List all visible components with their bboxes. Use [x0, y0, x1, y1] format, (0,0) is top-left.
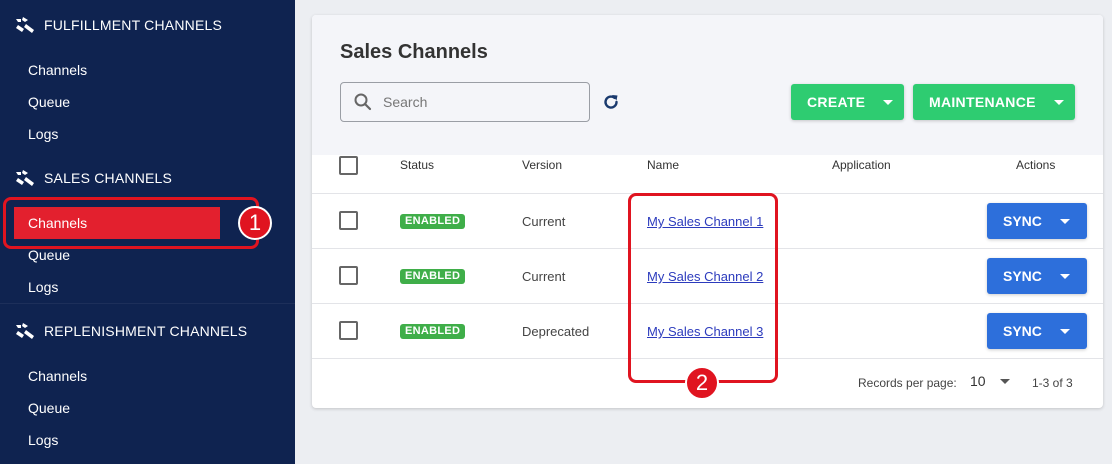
sidebar-item-sales-logs[interactable]: Logs: [28, 277, 58, 297]
section-title: FULFILLMENT CHANNELS: [44, 17, 223, 33]
callout-number-1: 1: [238, 206, 272, 240]
pagination-range: 1-3 of 3: [1032, 376, 1073, 390]
sidebar-item-replenishment-logs[interactable]: Logs: [28, 430, 58, 450]
callout-highlight-1: [3, 197, 259, 249]
sidebar-item-replenishment-queue[interactable]: Queue: [28, 398, 70, 418]
sync-button[interactable]: SYNC: [987, 258, 1087, 294]
section-fulfillment-channels: FULFILLMENT CHANNELS: [14, 13, 222, 37]
column-header-actions: Actions: [1016, 158, 1056, 172]
select-all-checkbox[interactable]: [339, 156, 358, 175]
chevron-down-icon: [999, 378, 1010, 384]
chevron-down-icon: [883, 99, 894, 105]
search-box[interactable]: [340, 82, 590, 122]
records-per-page-label: Records per page:: [858, 376, 957, 390]
page-title: Sales Channels: [340, 41, 488, 63]
create-button[interactable]: CREATE: [791, 84, 904, 120]
sidebar-item-replenishment-channels[interactable]: Channels: [28, 366, 87, 386]
sidebar-item-fulfillment-queue[interactable]: Queue: [28, 92, 70, 112]
chevron-down-icon: [1059, 218, 1070, 224]
sync-button-label: SYNC: [1003, 323, 1042, 339]
section-replenishment-channels: REPLENISHMENT CHANNELS: [14, 319, 247, 343]
column-header-application[interactable]: Application: [832, 158, 891, 172]
create-button-label: CREATE: [807, 94, 866, 110]
records-per-page-value: 10: [970, 373, 986, 389]
row-checkbox[interactable]: [339, 321, 358, 340]
version-cell: Current: [522, 214, 566, 229]
row-checkbox[interactable]: [339, 211, 358, 230]
version-cell: Deprecated: [522, 324, 590, 339]
sync-button-label: SYNC: [1003, 268, 1042, 284]
column-header-name[interactable]: Name: [647, 158, 679, 172]
column-header-status[interactable]: Status: [400, 158, 434, 172]
section-title: REPLENISHMENT CHANNELS: [44, 323, 248, 339]
maintenance-button-label: MAINTENANCE: [929, 94, 1036, 110]
status-badge: ENABLED: [400, 324, 466, 339]
section-title: SALES CHANNELS: [44, 170, 173, 186]
sync-button[interactable]: SYNC: [987, 313, 1087, 349]
callout-number-2: 2: [685, 366, 719, 400]
search-icon: [353, 92, 373, 112]
row-checkbox[interactable]: [339, 266, 358, 285]
callout-highlight-2: [628, 193, 778, 383]
status-badge: ENABLED: [400, 214, 466, 229]
column-header-version[interactable]: Version: [522, 158, 562, 172]
sidebar-divider: [0, 303, 295, 304]
chevron-down-icon: [1059, 273, 1070, 279]
refresh-icon[interactable]: [600, 91, 622, 113]
sidebar-item-fulfillment-logs[interactable]: Logs: [28, 124, 58, 144]
records-per-page-select[interactable]: 10: [970, 373, 1010, 389]
chevron-down-icon: [1053, 99, 1064, 105]
channels-icon: [14, 169, 36, 187]
search-input[interactable]: [383, 94, 573, 110]
sidebar-item-fulfillment-channels[interactable]: Channels: [28, 60, 87, 80]
sync-button-label: SYNC: [1003, 213, 1042, 229]
maintenance-button[interactable]: MAINTENANCE: [913, 84, 1075, 120]
channels-icon: [14, 16, 36, 34]
section-sales-channels: SALES CHANNELS: [14, 166, 172, 190]
status-badge: ENABLED: [400, 269, 466, 284]
chevron-down-icon: [1059, 328, 1070, 334]
version-cell: Current: [522, 269, 566, 284]
channels-icon: [14, 322, 36, 340]
sync-button[interactable]: SYNC: [987, 203, 1087, 239]
